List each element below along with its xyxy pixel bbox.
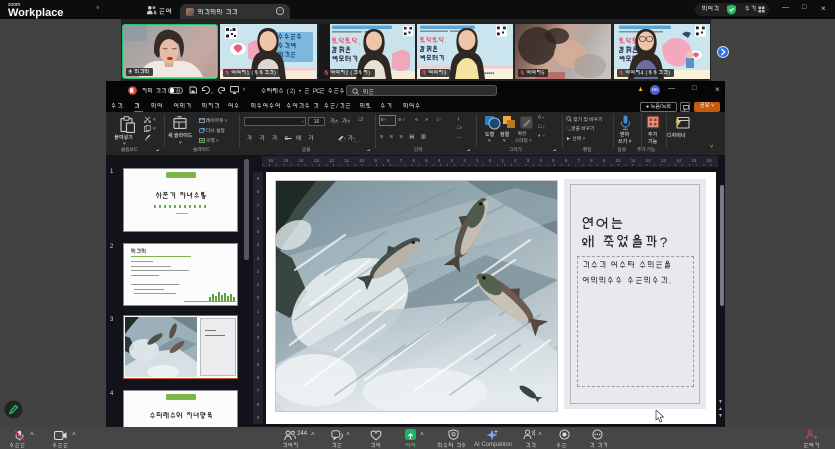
svg-text:3: 3 (443, 70, 446, 76)
svg-text:(: ( (645, 70, 647, 76)
svg-text:NOAA 98-01: NOAA 98-01 (513, 401, 541, 407)
svg-text:,: , (445, 38, 447, 45)
svg-text:2: 2 (345, 70, 348, 76)
svg-text:•: • (299, 89, 301, 95)
svg-text:.: . (668, 277, 670, 286)
svg-text:): ) (368, 70, 370, 76)
svg-text:(: ( (350, 70, 352, 76)
svg-text:): ) (668, 70, 670, 76)
svg-text:1: 1 (247, 70, 250, 76)
svg-text:): ) (293, 89, 295, 95)
svg-text:(: ( (252, 70, 254, 76)
svg-text:): ) (274, 70, 276, 76)
svg-text:4: 4 (640, 70, 643, 76)
svg-text:,: , (358, 39, 360, 46)
svg-text:5: 5 (542, 70, 545, 76)
svg-text:/: / (336, 104, 338, 110)
svg-text:(: ( (287, 89, 289, 95)
